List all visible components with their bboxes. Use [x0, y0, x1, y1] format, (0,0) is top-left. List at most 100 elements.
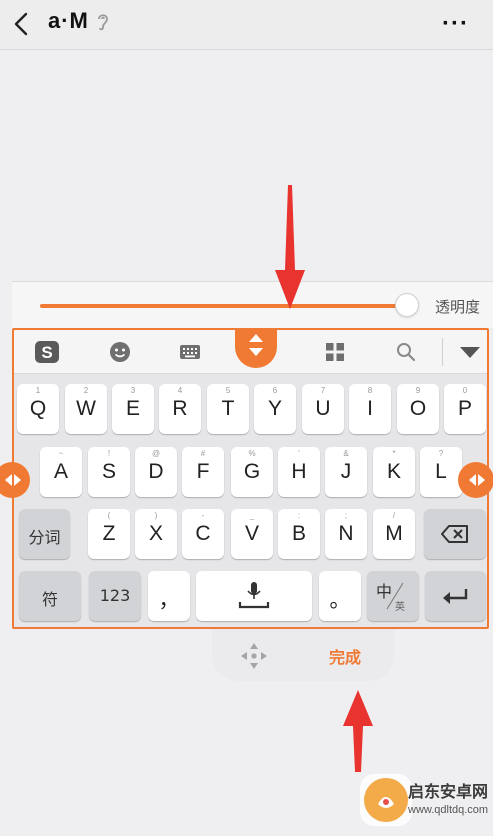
ear-icon	[98, 14, 108, 31]
key-label: D	[148, 460, 164, 483]
key-p[interactable]: 0P	[444, 384, 486, 434]
move-up-down-icon[interactable]	[235, 328, 277, 368]
key-c[interactable]: -C	[182, 509, 224, 559]
key-label: U	[315, 397, 331, 420]
done-button[interactable]: 完成	[329, 644, 361, 668]
key-hint: 6	[272, 386, 278, 395]
backspace-key[interactable]	[424, 509, 486, 559]
key-r[interactable]: 4R	[159, 384, 201, 434]
resize-right-handle[interactable]	[458, 462, 493, 498]
key-label: Y	[267, 397, 282, 420]
key-a[interactable]: ~ A	[40, 447, 82, 497]
backspace-icon	[441, 525, 468, 543]
key-d[interactable]: @ D	[135, 447, 177, 497]
key-label: Z	[102, 522, 116, 545]
key-label: M	[385, 522, 403, 545]
key-w[interactable]: 2W	[65, 384, 107, 434]
key-label: E	[125, 397, 140, 420]
key-n[interactable]: ; N	[325, 509, 367, 559]
key-hint: &	[343, 449, 349, 458]
chat-title: a·M	[48, 8, 89, 33]
key-i[interactable]: 8I	[349, 384, 391, 434]
opacity-label: 透明度	[435, 298, 481, 316]
enter-key[interactable]	[425, 571, 486, 621]
key-label: 。	[329, 589, 351, 612]
key-label: L	[435, 460, 447, 483]
key-label: H	[291, 460, 307, 483]
key-e[interactable]: 3E	[112, 384, 154, 434]
key-t[interactable]: 5T	[207, 384, 249, 434]
key-s[interactable]: ! S	[88, 447, 130, 497]
key-123[interactable]: 123	[89, 571, 141, 621]
emoji-icon[interactable]	[107, 340, 133, 364]
more-icon[interactable]: ···	[442, 10, 469, 38]
space-key[interactable]	[196, 571, 312, 621]
key-hint: 0	[462, 386, 468, 395]
key-g[interactable]: % G	[231, 447, 273, 497]
key-l[interactable]: ? L	[420, 447, 462, 497]
key-f[interactable]: # F	[182, 447, 224, 497]
key-u[interactable]: 7U	[302, 384, 344, 434]
move-arrows-icon[interactable]	[238, 640, 270, 672]
key-label: 分词	[28, 528, 61, 547]
key-comma[interactable]: ，	[148, 571, 190, 621]
key-y[interactable]: 6Y	[254, 384, 296, 434]
key-zh-en-toggle[interactable]: 中英	[367, 571, 419, 621]
key-q[interactable]: 1Q	[17, 384, 59, 434]
collapse-icon[interactable]	[457, 340, 483, 364]
key-symbol[interactable]: 符	[19, 571, 81, 621]
key-hint: ;	[344, 511, 348, 520]
keyboard-icon[interactable]	[177, 340, 203, 364]
key-period[interactable]: 。	[319, 571, 361, 621]
key-label: B	[291, 522, 306, 545]
key-label: F	[196, 460, 210, 483]
key-label: C	[195, 522, 211, 545]
key-z[interactable]: (Z	[88, 509, 130, 559]
key-hint: (	[107, 511, 111, 520]
key-hint: '	[298, 449, 300, 458]
key-hint: *	[392, 449, 396, 458]
key-hint: 4	[177, 386, 183, 395]
opacity-slider-bar: 透明度	[12, 281, 493, 328]
key-hint: ~	[58, 449, 64, 458]
key-hint: ?	[438, 449, 444, 458]
watermark-title: 启东安卓网	[408, 782, 489, 801]
opacity-slider-track[interactable]	[40, 304, 406, 308]
key-k[interactable]: * K	[373, 447, 415, 497]
key-label: 123	[99, 586, 131, 605]
key-j[interactable]: & J	[325, 447, 367, 497]
watermark: 启东安卓网 www.qdltdq.com	[360, 770, 490, 830]
key-label: J	[340, 460, 352, 483]
key-hint: :	[297, 511, 301, 520]
key-x[interactable]: ) X	[135, 509, 177, 559]
opacity-slider-knob[interactable]	[395, 293, 419, 317]
key-label: V	[244, 522, 259, 545]
enter-icon	[443, 589, 468, 604]
watermark-url: www.qdltdq.com	[408, 804, 489, 816]
microphone-icon	[238, 582, 270, 609]
search-icon[interactable]	[393, 340, 419, 364]
key-label: R	[172, 397, 188, 420]
grid-apps-icon[interactable]	[322, 340, 348, 364]
key-label: ，	[158, 589, 180, 612]
key-h[interactable]: ' H	[278, 447, 320, 497]
key-hint: -	[201, 511, 205, 520]
key-hint: 7	[320, 386, 326, 395]
key-hint: )	[154, 511, 158, 520]
key-hint: 3	[130, 386, 136, 395]
key-v[interactable]: _ V	[231, 509, 273, 559]
key-label: O	[409, 397, 427, 420]
key-label: G	[243, 460, 261, 483]
key-b[interactable]: :B	[278, 509, 320, 559]
key-hint: 1	[35, 386, 41, 395]
sogou-logo-icon[interactable]: S	[34, 340, 60, 364]
key-label: W	[76, 397, 96, 420]
key-fenci[interactable]: 分词	[19, 509, 70, 559]
key-m[interactable]: / M	[373, 509, 415, 559]
back-arrow-icon[interactable]	[8, 8, 36, 40]
key-o[interactable]: 9O	[397, 384, 439, 434]
svg-text:S: S	[41, 343, 52, 362]
key-hint: #	[200, 449, 206, 458]
key-label: K	[386, 460, 401, 483]
key-hint: _	[249, 511, 255, 520]
